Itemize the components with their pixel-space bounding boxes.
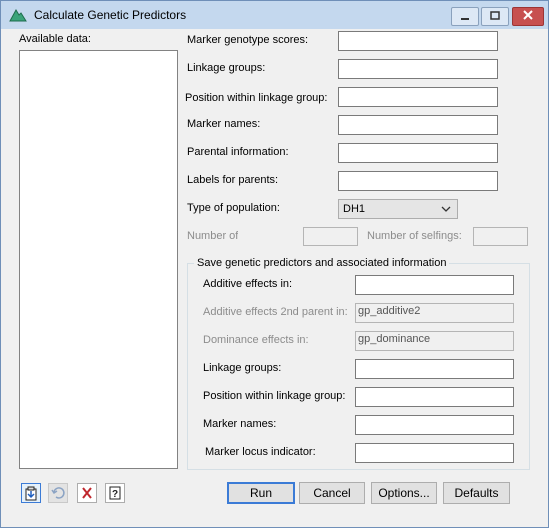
additive-effects-label: Additive effects in: [203,278,293,290]
marker-names-label: Marker names: [187,118,261,130]
save-position-within-linkage-group-label: Position within linkage group: [203,390,346,402]
dialog-window: Calculate Genetic Predictors Available d… [0,0,549,528]
number-of-input[interactable] [303,227,358,246]
save-marker-names-label: Marker names: [203,418,277,430]
dominance-effects-label: Dominance effects in: [203,334,309,346]
number-of-label: Number of [187,230,239,242]
additive-effects-2nd-parent-input[interactable]: gp_additive2 [355,303,514,323]
title-bar[interactable]: Calculate Genetic Predictors [1,1,548,29]
help-question-icon: ? [109,486,121,500]
linkage-groups-input[interactable] [338,59,498,79]
chevron-down-icon [441,206,451,212]
window-title: Calculate Genetic Predictors [34,8,187,22]
available-data-label: Available data: [19,33,91,45]
minimize-button[interactable] [451,7,479,26]
parental-information-label: Parental information: [187,146,289,158]
type-of-population-select[interactable]: DH1 [338,199,458,219]
save-group-title: Save genetic predictors and associated i… [194,257,450,269]
dominance-effects-input[interactable]: gp_dominance [355,331,514,351]
type-of-population-value: DH1 [343,203,366,215]
clipboard-transfer-icon [25,486,37,501]
linkage-groups-label: Linkage groups: [187,62,266,74]
save-marker-names-input[interactable] [355,415,514,435]
maximize-icon [490,11,500,20]
position-within-linkage-group-label: Position within linkage group: [185,92,328,104]
marker-genotype-scores-label: Marker genotype scores: [187,34,309,46]
clear-button[interactable] [77,483,97,503]
parental-information-input[interactable] [338,143,498,163]
close-icon [523,10,533,20]
number-of-selfings-input[interactable] [473,227,528,246]
cancel-button[interactable]: Cancel [299,482,365,504]
help-button[interactable]: ? [105,483,125,503]
available-data-list[interactable] [19,50,178,469]
minimize-icon [461,18,469,20]
additive-effects-2nd-parent-label: Additive effects 2nd parent in: [203,306,348,318]
transfer-button[interactable] [21,483,41,503]
type-of-population-label: Type of population: [187,202,280,214]
genstat-app-icon [9,8,27,25]
run-button[interactable]: Run [227,482,295,504]
marker-names-input[interactable] [338,115,498,135]
undo-button[interactable] [48,483,68,503]
save-linkage-groups-label: Linkage groups: [203,362,282,374]
marker-locus-indicator-input[interactable] [355,443,514,463]
maximize-button[interactable] [481,7,509,26]
marker-genotype-scores-input[interactable] [338,31,498,51]
defaults-button[interactable]: Defaults [443,482,510,504]
marker-locus-indicator-label: Marker locus indicator: [205,446,316,458]
clear-x-icon [82,487,92,499]
options-button[interactable]: Options... [371,482,437,504]
svg-text:?: ? [112,489,118,500]
additive-effects-input[interactable] [355,275,514,295]
number-of-selfings-label: Number of selfings: [367,230,462,242]
save-linkage-groups-input[interactable] [355,359,514,379]
position-within-linkage-group-input[interactable] [338,87,498,107]
labels-for-parents-input[interactable] [338,171,498,191]
labels-for-parents-label: Labels for parents: [187,174,279,186]
undo-icon [51,487,65,499]
save-position-within-linkage-group-input[interactable] [355,387,514,407]
close-button[interactable] [512,7,544,26]
